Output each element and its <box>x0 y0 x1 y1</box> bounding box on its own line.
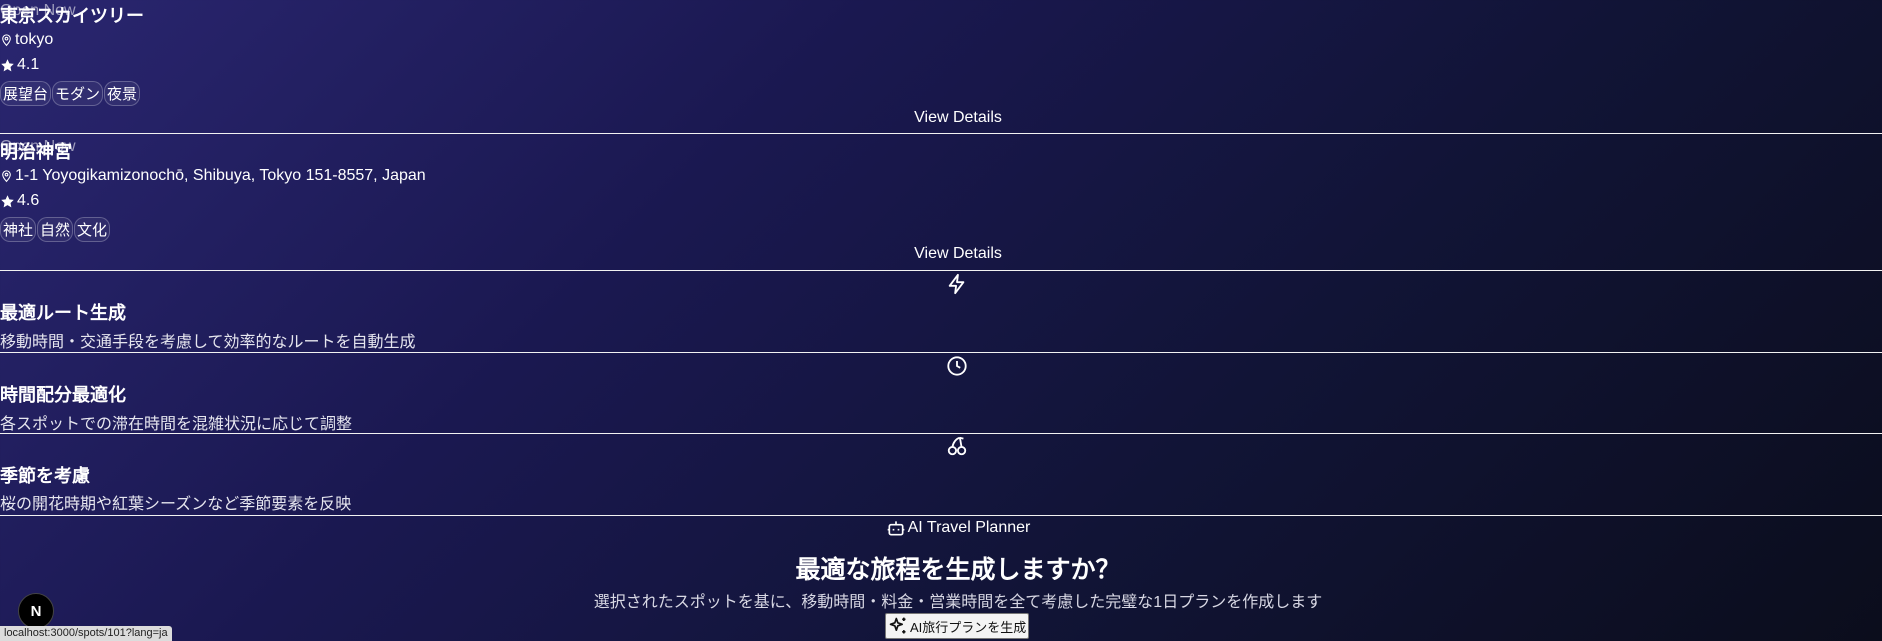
divider <box>0 433 1882 434</box>
spot-rating: 4.1 <box>0 56 39 74</box>
map-pin-icon <box>0 169 13 183</box>
spot-rating: 4.6 <box>0 192 39 210</box>
feature-title: 最適ルート生成 <box>0 303 126 323</box>
spot-tags: 展望台 モダン 夜景 <box>0 81 141 106</box>
spot-location: tokyo <box>0 31 53 49</box>
divider <box>0 352 1882 353</box>
feature-title: 季節を考慮 <box>0 466 90 486</box>
feature-description: 移動時間・交通手段を考慮して効率的なルートを自動生成 <box>0 334 416 351</box>
clock-icon <box>946 355 968 377</box>
lightning-icon <box>946 273 968 295</box>
tag: 夜景 <box>104 81 141 106</box>
spot-location-text: 1-1 Yoyogikamizonochō, Shibuya, Tokyo 15… <box>15 167 426 184</box>
tag: 文化 <box>74 217 111 242</box>
spot-rating-value: 4.1 <box>17 56 40 73</box>
bot-icon <box>886 518 906 538</box>
planner-subtext: 選択されたスポットを基に、移動時間・料金・営業時間を全て考慮した完璧な1日プラン… <box>593 594 1323 611</box>
view-details-button[interactable]: View Details <box>0 109 1882 127</box>
view-details-button[interactable]: View Details <box>0 245 1882 263</box>
spot-card: Open Now 東京スカイツリー tokyo 4.1 展望台 モダン 夜景 V… <box>0 0 1882 133</box>
divider <box>0 515 1882 516</box>
star-icon <box>0 194 15 209</box>
status-bar-url: localhost:3000/spots/101?lang=ja <box>0 626 172 641</box>
feature-description: 桜の開花時期や紅葉シーズンなど季節要素を反映 <box>0 496 352 513</box>
spot-name: 明治神宮 <box>0 142 72 162</box>
planner-heading: 最適な旅程を生成しますか？ <box>795 556 1121 584</box>
ai-planner-badge-label: AI Travel Planner <box>907 519 1031 536</box>
spot-rating-value: 4.6 <box>17 192 40 209</box>
spot-card: Open Now 明治神宮 1-1 Yoyogikamizonochō, Shi… <box>0 134 1882 270</box>
generate-plan-button-label: AI旅行プランを生成 <box>910 619 1027 635</box>
generate-plan-button[interactable]: AI旅行プランを生成 <box>885 613 1030 639</box>
spot-name: 東京スカイツリー <box>0 6 144 26</box>
spot-location: 1-1 Yoyogikamizonochō, Shibuya, Tokyo 15… <box>0 167 426 185</box>
ai-planner-badge: AI Travel Planner <box>0 518 1882 543</box>
tag: 神社 <box>0 217 37 242</box>
spot-tags: 神社 自然 文化 <box>0 217 111 242</box>
tag: 自然 <box>37 217 74 242</box>
map-pin-icon <box>0 33 13 47</box>
spot-location-text: tokyo <box>15 31 54 48</box>
sparkles-icon <box>888 616 908 636</box>
nextjs-dev-badge[interactable]: N <box>18 593 54 629</box>
feature-title: 時間配分最適化 <box>0 385 126 405</box>
divider <box>0 270 1882 271</box>
tag: 展望台 <box>0 81 52 106</box>
feature-description: 各スポットでの滞在時間を混雑状況に応じて調整 <box>0 416 353 433</box>
tag: モダン <box>52 81 104 106</box>
cherry-icon <box>946 435 968 457</box>
star-icon <box>0 58 15 73</box>
